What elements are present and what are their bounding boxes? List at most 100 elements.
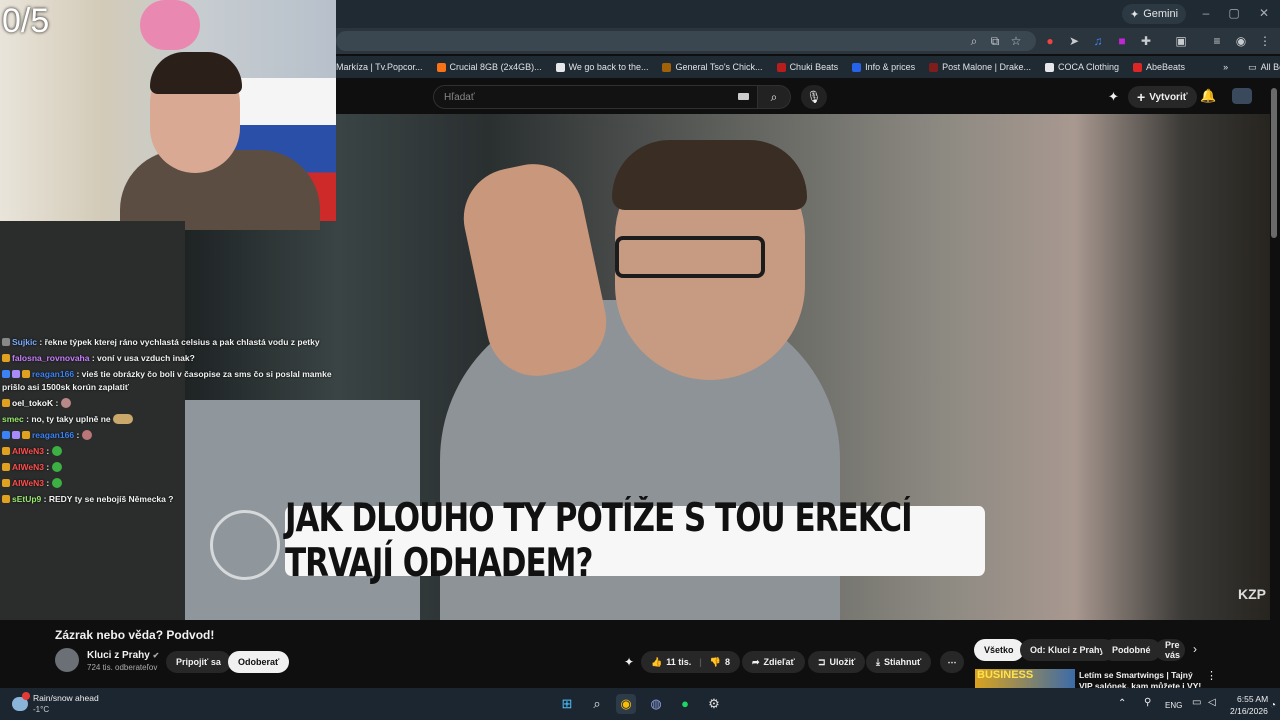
extensions-puzzle-icon[interactable]: ✚: [1139, 34, 1153, 48]
chat-emote-icon: [81, 430, 92, 440]
chat-badge-icon: [12, 370, 20, 378]
gemini-button[interactable]: ✦ Gemini: [1122, 4, 1187, 24]
channel-subscriber-count: 724 tis. odberateľov: [87, 663, 158, 672]
close-icon[interactable]: ✕: [1254, 6, 1274, 20]
clock-date[interactable]: 2/16/2026: [1230, 706, 1268, 716]
side-panel-icon[interactable]: ▣: [1174, 34, 1188, 48]
recommended-menu-icon[interactable]: ⋮: [1206, 669, 1217, 682]
chrome-icon[interactable]: ◉: [616, 694, 636, 714]
bookmark-item[interactable]: Post Malone | Drake...: [929, 62, 1031, 72]
search-input[interactable]: Hľadať: [433, 85, 758, 109]
create-button[interactable]: + Vytvoriť: [1128, 86, 1197, 108]
language-indicator[interactable]: ENG: [1165, 701, 1182, 710]
ask-gemini-icon[interactable]: ✦: [624, 655, 634, 669]
chat-badge-icon: [2, 463, 10, 471]
bookmark-favicon-icon: [1133, 62, 1143, 72]
chat-message: smec : no, ty taky uplně ne: [2, 413, 332, 426]
keyboard-icon[interactable]: [738, 93, 749, 100]
bookmark-item[interactable]: Markíza | Tv.Popcor...: [336, 62, 423, 72]
chat-message: oel_tokoK :: [2, 397, 332, 410]
bookmark-star-icon[interactable]: ☆: [1009, 34, 1023, 48]
save-button[interactable]: ⊐ Uložiť: [808, 651, 866, 673]
chat-message: reagan166 : vieš tie obrázky čo boli v č…: [2, 369, 332, 392]
bookmark-item[interactable]: Chuki Beats: [776, 62, 838, 72]
search-icon[interactable]: ⌕: [587, 694, 607, 714]
network-icon[interactable]: ▭: [1192, 697, 1201, 708]
video-subtitle: JAK DLOUHO TY POTÍŽE S TOU EREKCÍ TRVAJÍ…: [285, 496, 985, 586]
chevron-right-icon[interactable]: ›: [1193, 642, 1197, 656]
profile-avatar-icon[interactable]: ◉: [1234, 34, 1248, 48]
spotify-icon[interactable]: ●: [675, 694, 695, 714]
gemini-sparkle-icon[interactable]: ✦: [1108, 89, 1119, 105]
bookmark-item[interactable]: Crucial 8GB (2x4GB)...: [436, 62, 542, 72]
chip-related[interactable]: Podobné: [1102, 639, 1161, 661]
chat-emote-icon: [51, 462, 62, 472]
bookmarks-bar: Markíza | Tv.Popcor... Crucial 8GB (2x4G…: [336, 56, 1280, 78]
thumbs-down-icon: 👎: [709, 656, 721, 667]
subscribe-button[interactable]: Odoberať: [228, 651, 290, 673]
media-controls-icon[interactable]: ≡: [1210, 34, 1224, 48]
chip-from-channel[interactable]: Od: Kluci z Prahy: [1020, 639, 1115, 661]
volume-icon[interactable]: ◁: [1208, 697, 1216, 708]
chat-message: AIWeN3 :: [2, 477, 332, 490]
search-icon[interactable]: ⌕: [757, 85, 791, 109]
bookmark-item[interactable]: AbeBeats: [1133, 62, 1185, 72]
maximize-icon[interactable]: ▢: [1224, 6, 1244, 20]
extension-audio-icon[interactable]: ♫: [1091, 34, 1105, 48]
chat-badge-icon: [2, 370, 10, 378]
recommended-thumbnail[interactable]: BUSINESS: [975, 669, 1075, 689]
chat-badge-icon: [2, 431, 10, 439]
notifications-bell-icon[interactable]: 🔔: [1200, 88, 1216, 104]
chat-badge-icon: [12, 431, 20, 439]
mic-icon[interactable]: 🎙: [801, 85, 827, 109]
channel-avatar[interactable]: [55, 648, 79, 672]
download-button[interactable]: ⤓ Stiahnuť: [866, 651, 932, 673]
zoom-icon[interactable]: ⌕: [967, 34, 981, 48]
weather-title[interactable]: Rain/snow ahead: [33, 693, 99, 704]
folder-icon: ▭: [1248, 61, 1257, 72]
bookmark-favicon-icon: [776, 62, 786, 72]
extension-arrow-icon[interactable]: ➤: [1067, 34, 1081, 48]
all-bookmarks-button[interactable]: ▭All Bookmarks: [1248, 62, 1280, 73]
gemini-icon: ✦: [1130, 8, 1140, 21]
bookmark-item[interactable]: General Tso's Chick...: [662, 62, 763, 72]
page-scrollbar[interactable]: [1271, 88, 1277, 238]
channel-name[interactable]: Kluci z Prahy ✔: [87, 650, 159, 661]
windows-start-icon[interactable]: ⊞: [557, 694, 577, 714]
chat-badge-icon: [2, 354, 10, 362]
address-bar[interactable]: [336, 31, 1036, 51]
like-dislike-button[interactable]: 👍 11 tis. | 👎 8: [641, 651, 741, 673]
join-button[interactable]: Pripojiť sa: [166, 651, 231, 673]
minimize-icon[interactable]: –: [1196, 6, 1216, 20]
share-button[interactable]: ➦ Zdieľať: [742, 651, 805, 673]
bookmarks-overflow-icon[interactable]: »: [1223, 62, 1228, 72]
steam-icon[interactable]: ⚙: [704, 694, 724, 714]
bookmark-item[interactable]: COCA Clothing: [1045, 62, 1119, 72]
bookmark-favicon-icon: [929, 62, 939, 72]
notification-bell-icon[interactable]: ◔: [1270, 700, 1276, 711]
download-icon: ⤓: [876, 656, 880, 667]
webcam-plush-toy: [140, 0, 200, 50]
chip-for-you[interactable]: Pre vás: [1155, 639, 1185, 661]
more-actions-icon[interactable]: ⋯: [940, 651, 964, 673]
location-pin-icon[interactable]: ⚲: [1144, 697, 1151, 708]
chat-message: AIWeN3 :: [2, 461, 332, 474]
save-bookmark-icon: ⊐: [818, 656, 826, 667]
discord-icon[interactable]: ◍: [646, 694, 666, 714]
extension-purple-icon[interactable]: ■: [1115, 34, 1129, 48]
menu-kebab-icon[interactable]: ⋮: [1258, 34, 1272, 48]
bookmark-item[interactable]: Info & prices: [852, 62, 915, 72]
extension-red-icon[interactable]: ●: [1043, 34, 1057, 48]
weather-alert-badge: [22, 692, 30, 700]
tray-overflow-icon[interactable]: ⌃: [1118, 698, 1126, 709]
chip-all[interactable]: Všetko: [974, 639, 1024, 661]
plus-icon: +: [1137, 89, 1146, 105]
chat-badge-icon: [2, 495, 10, 503]
avatar[interactable]: [1232, 88, 1252, 104]
share-icon: ➦: [752, 656, 760, 667]
video-frame-glasses: [615, 236, 765, 278]
bookmark-item[interactable]: We go back to the...: [555, 62, 648, 72]
cast-icon[interactable]: ⧉: [988, 34, 1002, 48]
recommended-title[interactable]: Letím se Smartwings | Tajný VIP salónek,…: [1079, 670, 1204, 688]
clock-time[interactable]: 6:55 AM: [1237, 694, 1268, 704]
